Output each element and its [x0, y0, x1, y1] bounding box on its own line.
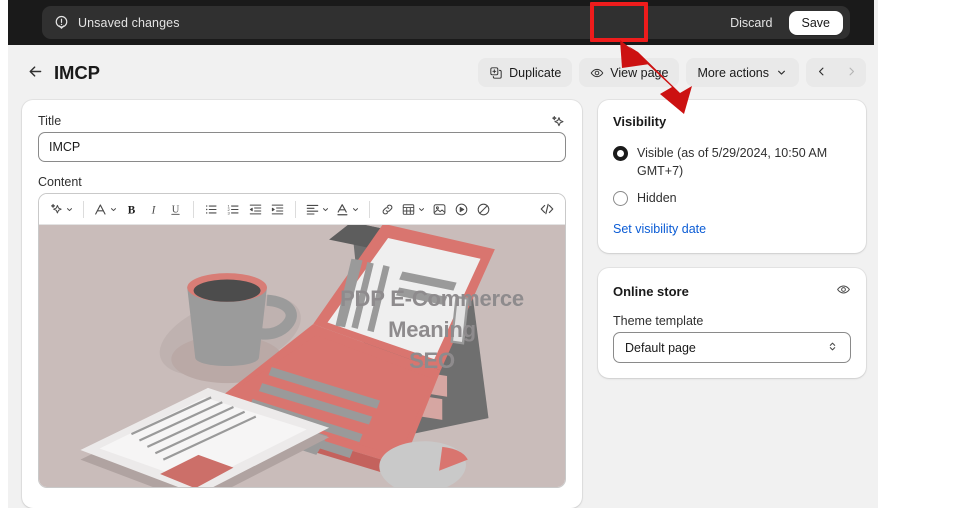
main-column: Title Content: [22, 100, 582, 508]
toolbar-separator: [193, 200, 194, 218]
page-header: IMCP Duplicate View page More actions: [8, 45, 878, 100]
up-down-chevron-icon: [826, 340, 839, 356]
radio-visible[interactable]: [613, 146, 628, 161]
toolbar-separator: [295, 200, 296, 218]
insert-video-tool[interactable]: [451, 198, 472, 221]
record-pagination: [806, 58, 866, 87]
clear-formatting-tool[interactable]: [473, 198, 494, 221]
visibility-title: Visibility: [613, 114, 667, 129]
page-header-actions: Duplicate View page More actions: [478, 58, 866, 87]
outdent-tool[interactable]: [245, 198, 266, 221]
indent-tool[interactable]: [267, 198, 288, 221]
svg-text:I: I: [151, 204, 157, 216]
italic-tool[interactable]: I: [143, 198, 164, 221]
chevron-right-icon: [845, 65, 858, 81]
svg-text:3: 3: [228, 210, 231, 215]
visibility-option-visible[interactable]: Visible (as of 5/29/2024, 10:50 AM GMT+7…: [613, 145, 851, 181]
duplicate-icon: [489, 66, 503, 80]
set-visibility-date-link[interactable]: Set visibility date: [613, 222, 706, 236]
online-store-card: Online store Theme template Default page: [598, 268, 866, 379]
visibility-option-hidden-label: Hidden: [637, 190, 677, 205]
code-view-tool[interactable]: [536, 198, 557, 221]
duplicate-button[interactable]: Duplicate: [478, 58, 573, 87]
screenshot-root: Unsaved changes Discard Save IMCP Duplic…: [0, 0, 971, 508]
align-tool[interactable]: [303, 198, 332, 221]
title-label: Title: [38, 114, 62, 128]
online-store-card-header: Online store: [613, 282, 851, 300]
hero-line-2: Meaning: [388, 317, 476, 343]
toolbar-separator: [369, 200, 370, 218]
magic-sparkle-icon[interactable]: [550, 114, 566, 130]
content-editor: B I U 1 2 3 PDP E-Commerce Meaning SEO: [38, 193, 566, 488]
view-page-button[interactable]: View page: [579, 58, 680, 87]
page-body: Title Content: [8, 100, 878, 508]
theme-template-label: Theme template: [613, 314, 704, 329]
title-input[interactable]: [38, 132, 566, 162]
hero-text: PDP E-Commerce Meaning SEO: [317, 283, 547, 377]
duplicate-label: Duplicate: [509, 65, 562, 80]
theme-template-select[interactable]: Default page: [613, 332, 851, 364]
save-button[interactable]: Save: [788, 10, 843, 35]
title-field-row: Title: [38, 114, 566, 132]
sidebar-column: Visibility Visible (as of 5/29/2024, 10:…: [598, 100, 866, 508]
visibility-option-visible-label: Visible (as of 5/29/2024, 10:50 AM GMT+7…: [637, 146, 828, 178]
insert-image-tool[interactable]: [429, 198, 450, 221]
toolbar-separator: [83, 200, 84, 218]
numbered-list-tool[interactable]: 1 2 3: [223, 198, 244, 221]
back-button[interactable]: [22, 60, 48, 86]
chevron-left-icon: [815, 65, 828, 81]
hero-line-1: PDP E-Commerce: [340, 286, 524, 311]
discard-button[interactable]: Discard: [721, 11, 781, 35]
hero-line-3: SEO: [409, 348, 455, 374]
insert-link-tool[interactable]: [377, 198, 398, 221]
editor-content-area[interactable]: PDP E-Commerce Meaning SEO: [39, 225, 565, 487]
text-color-tool[interactable]: [333, 198, 362, 221]
unsaved-changes-label: Unsaved changes: [78, 15, 180, 30]
underline-tool[interactable]: U: [165, 198, 186, 221]
online-store-title: Online store: [613, 283, 689, 299]
alert-circle-icon: [54, 15, 69, 30]
view-page-label: View page: [610, 65, 669, 80]
unsaved-changes-actions: Discard Save: [721, 10, 843, 35]
more-actions-button[interactable]: More actions: [686, 58, 799, 87]
more-actions-label: More actions: [697, 65, 769, 80]
unsaved-changes-bar: Unsaved changes Discard Save: [8, 0, 874, 45]
eye-icon: [590, 66, 604, 80]
ai-magic-tool[interactable]: [47, 198, 76, 221]
visibility-card: Visibility Visible (as of 5/29/2024, 10:…: [598, 100, 866, 254]
editor-toolbar: B I U 1 2 3: [39, 194, 565, 225]
bold-tool[interactable]: B: [121, 198, 142, 221]
insert-table-tool[interactable]: [399, 198, 428, 221]
eye-icon[interactable]: [836, 282, 851, 300]
content-label: Content: [38, 175, 82, 189]
theme-template-value: Default page: [625, 340, 696, 355]
svg-text:B: B: [128, 204, 136, 216]
unsaved-changes-message-group: Unsaved changes: [54, 15, 721, 30]
arrow-left-icon: [27, 63, 44, 83]
page-canvas: Unsaved changes Discard Save IMCP Duplic…: [8, 0, 878, 508]
visibility-option-hidden[interactable]: Hidden: [613, 190, 851, 208]
chevron-down-icon: [775, 66, 788, 79]
next-record-button[interactable]: [836, 58, 866, 87]
theme-template-select-wrap: Default page: [613, 332, 851, 364]
unsaved-changes-pill: Unsaved changes Discard Save: [42, 6, 850, 39]
visibility-radio-group: Visible (as of 5/29/2024, 10:50 AM GMT+7…: [613, 145, 851, 207]
previous-record-button[interactable]: [806, 58, 836, 87]
page-content-card: Title Content: [22, 100, 582, 508]
bulleted-list-tool[interactable]: [201, 198, 222, 221]
radio-hidden[interactable]: [613, 190, 628, 206]
hero-illustration: PDP E-Commerce Meaning SEO: [39, 225, 565, 487]
text-style-tool[interactable]: [91, 198, 120, 221]
visibility-card-header: Visibility: [613, 114, 851, 129]
page-title: IMCP: [54, 61, 100, 83]
